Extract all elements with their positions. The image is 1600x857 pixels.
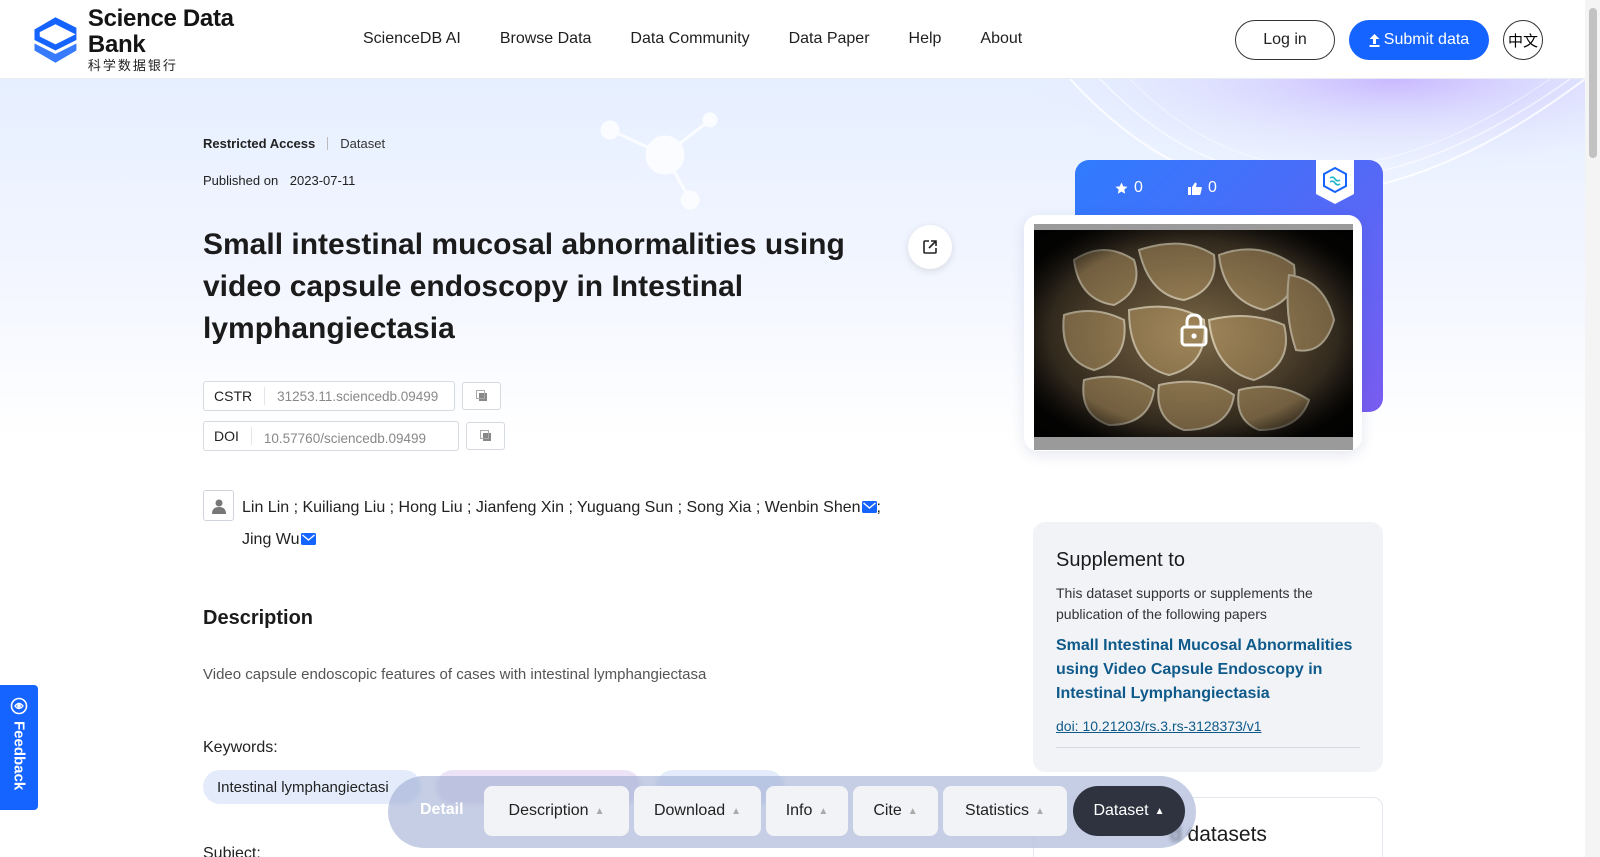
molecule-decoration [600,112,718,210]
page-scrollbar[interactable] [1585,0,1600,857]
cstr-label: CSTR [204,387,266,405]
section-tab-label: Info [785,802,813,819]
cstr-value: 31253.11.sciencedb.09499 [277,388,439,404]
subject-label: Subject: [203,845,261,857]
feedback-icon [10,697,28,715]
section-tab-dataset[interactable]: Dataset ▲ [1073,786,1185,836]
language-toggle[interactable]: 中文 [1503,20,1543,60]
dataset-title: Small intestinal mucosal abnormalities u… [203,228,845,345]
chevron-up-icon: ▲ [594,805,605,817]
chevron-up-icon: ▲ [1035,805,1045,817]
scrollbar-thumb[interactable] [1589,8,1597,158]
nav-data-paper[interactable]: Data Paper [789,30,870,48]
mail-icon[interactable] [300,533,316,545]
doi-value: 10.57760/sciencedb.09499 [263,430,427,446]
cstr-field: CSTR 31253.11.sciencedb.09499 [203,381,455,411]
copy-cstr-button[interactable] [462,382,501,410]
section-tab-label: Statistics [965,802,1030,819]
main-nav: ScienceDB AI Browse Data Data Community … [363,30,1061,48]
upload-icon [1369,33,1380,47]
favorite-count-value: 0 [1134,179,1143,196]
supplement-divider [1056,747,1360,748]
meta-divider [327,137,329,150]
description-text: Video capsule endoscopic features of cas… [203,666,707,683]
nav-about[interactable]: About [980,30,1022,48]
published-value: 2023-07-11 [289,173,356,188]
site-logo[interactable]: Science Data Bank 科学数据银行 [31,6,271,73]
authors-list: Lin Lin ; Kuiliang Liu ; Hong Liu ; Jian… [242,492,902,556]
nav-sciencedb-ai[interactable]: ScienceDB AI [363,30,461,48]
section-tab-label: Dataset [1093,802,1149,819]
access-meta: Restricted Access Dataset [203,136,385,151]
feedback-tab[interactable]: Feedback [0,685,38,810]
section-tab-info[interactable]: Info ▲ [766,786,848,836]
nav-browse-data[interactable]: Browse Data [500,30,592,48]
section-tab-cite[interactable]: Cite ▲ [853,786,938,836]
nav-help[interactable]: Help [909,30,942,48]
login-button[interactable]: Log in [1235,20,1335,60]
star-icon [1115,182,1128,194]
feedback-label: Feedback [10,721,28,791]
copy-icon [479,430,491,441]
doi-label: DOI [204,427,252,445]
keyword-chip[interactable]: Intestinal lymphangiectasi [203,770,421,804]
access-level: Restricted Access [203,136,316,151]
keywords-label: Keywords: [203,739,278,756]
authors-line-2[interactable]: Jing Wu [242,531,300,548]
chevron-up-icon: ▲ [818,805,829,817]
mail-icon[interactable] [861,501,877,513]
description-heading: Description [203,607,314,629]
section-tab-label: Cite [873,802,902,819]
supplement-doi-link[interactable]: doi: 10.21203/rs.3.rs-3128373/v1 [1056,718,1261,734]
lock-icon [1180,313,1208,347]
authors-line-1[interactable]: Lin Lin ; Kuiliang Liu ; Hong Liu ; Jian… [242,499,861,516]
chevron-up-icon: ▲ [907,805,918,817]
section-tab-statistics[interactable]: Statistics ▲ [943,786,1067,836]
like-count-value: 0 [1208,179,1217,196]
submit-data-button[interactable]: Submit data [1349,20,1489,60]
section-tab-label: Download [653,802,726,819]
badge-icon [1316,160,1354,204]
user-icon [211,499,226,514]
like-count[interactable]: 0 [1188,179,1217,197]
chevron-up-icon: ▲ [1154,805,1165,817]
top-header: Science Data Bank 科学数据银行 ScienceDB AI Br… [0,0,1585,79]
chevron-up-icon: ▲ [731,805,742,817]
brand-name-cn: 科学数据银行 [87,58,178,73]
brand-name: Science Data Bank [87,5,234,58]
section-tab-download[interactable]: Download ▲ [634,786,761,836]
section-nav-detail[interactable]: Detail [420,801,464,819]
copy-icon [475,390,487,401]
published-date: Published on 2023-07-11 [203,173,355,188]
share-button[interactable] [908,225,952,269]
submit-data-label: Submit data [1383,31,1470,48]
nav-data-community[interactable]: Data Community [630,30,749,48]
supplement-heading: Supplement to [1056,549,1185,571]
favorite-count[interactable]: 0 [1115,179,1143,197]
supplement-text: This dataset supports or supplements the… [1056,585,1313,622]
dataset-preview-image[interactable] [1034,224,1353,450]
resource-type: Dataset [340,136,386,151]
doi-field: DOI 10.57760/sciencedb.09499 [203,421,459,451]
supplement-paper-link[interactable]: Small Intestinal Mucosal Abnormalities u… [1056,634,1356,706]
copy-doi-button[interactable] [466,422,505,450]
authors-separator: ; [876,499,881,516]
authors-icon-box [203,490,234,521]
section-tab-description[interactable]: Description ▲ [484,786,629,836]
thumbs-up-icon [1188,182,1202,195]
published-label: Published on [203,173,279,188]
logo-icon [34,17,77,63]
share-icon [923,240,937,254]
section-tab-label: Description [508,802,589,819]
